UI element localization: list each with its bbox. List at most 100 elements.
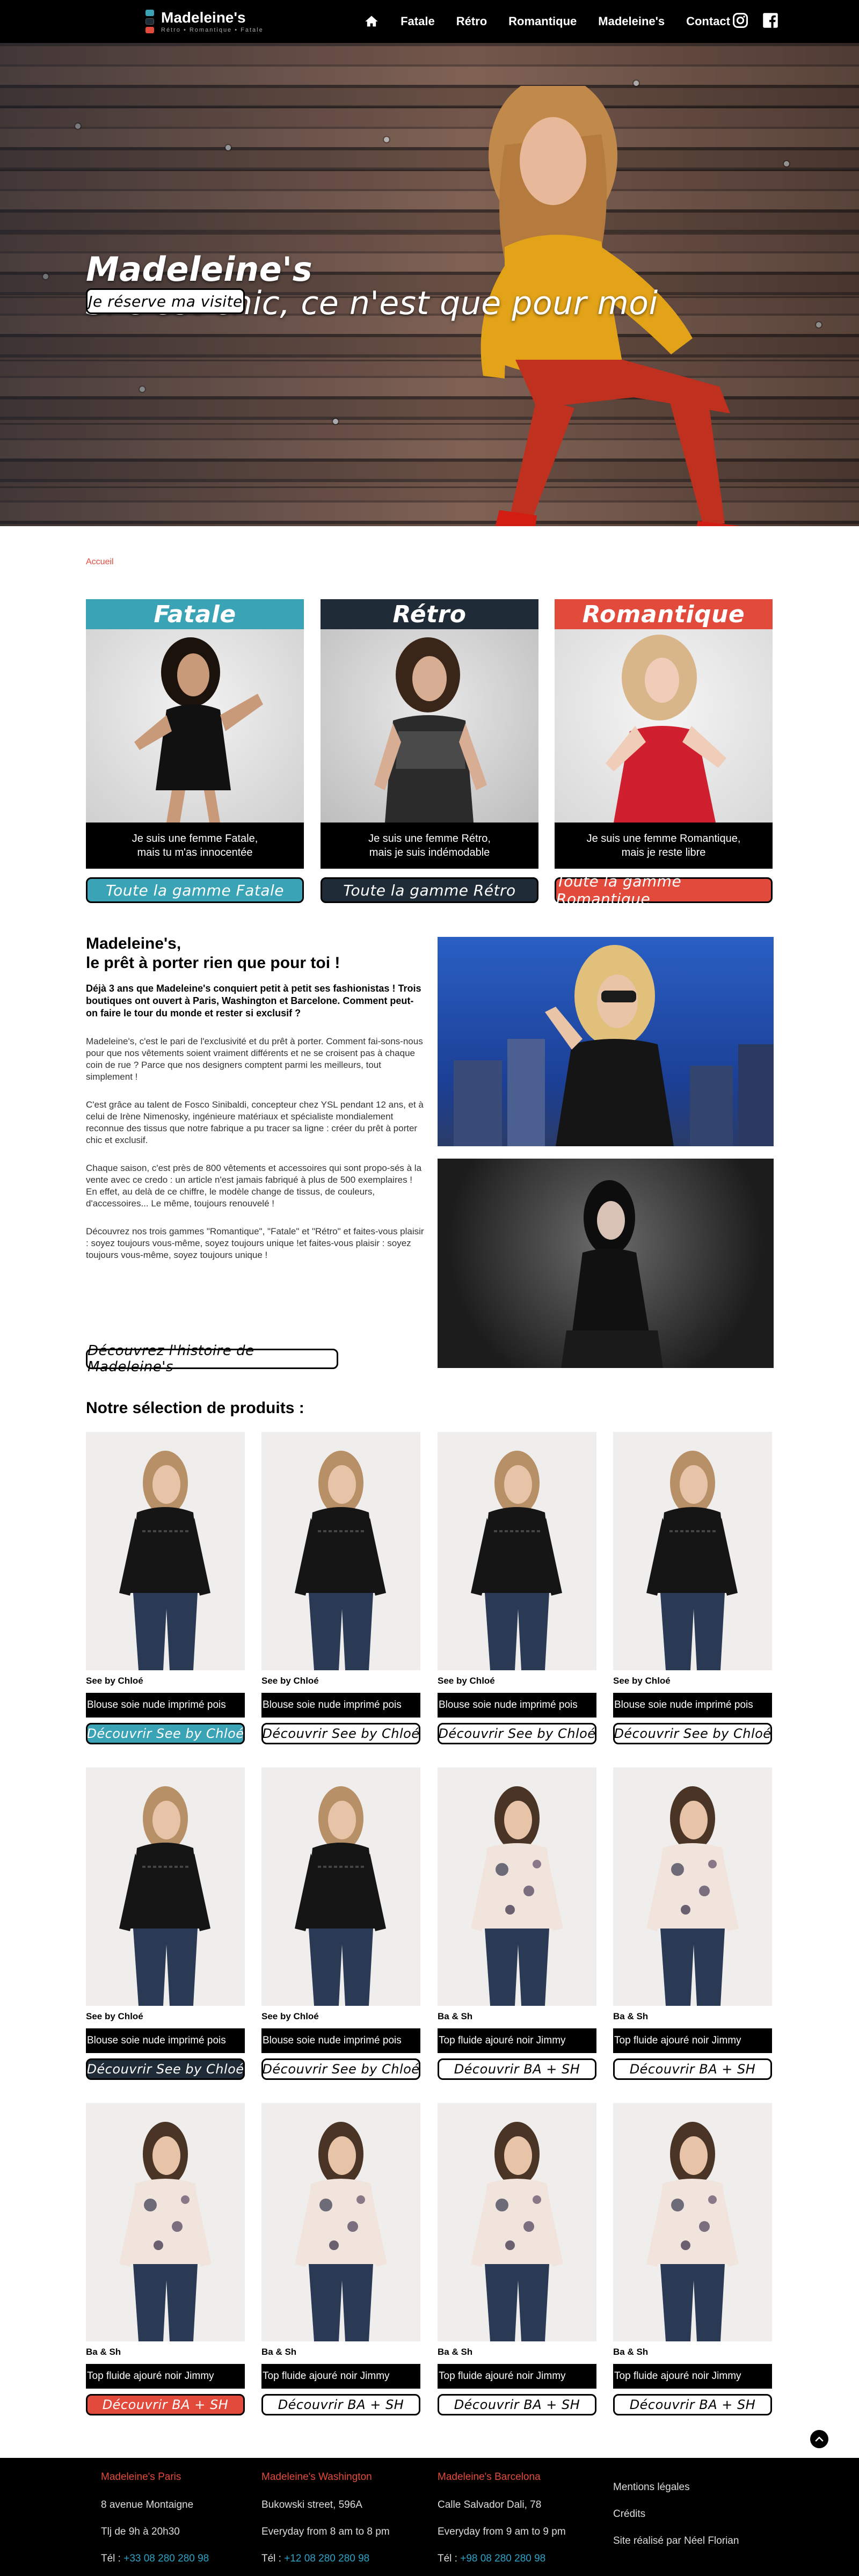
- product-card[interactable]: See by Chloé Blouse soie nude imprimé poi…: [438, 1432, 596, 1744]
- product-image[interactable]: [86, 1432, 245, 1670]
- product-card[interactable]: See by Chloé Blouse soie nude imprimé poi…: [86, 1432, 245, 1744]
- product-description: Blouse soie nude imprimé pois: [86, 2028, 245, 2053]
- credits-link[interactable]: Crédits: [613, 2508, 739, 2520]
- gamme-fatale-button[interactable]: Toute la gamme Fatale: [86, 877, 304, 903]
- product-discover-button[interactable]: Découvrir BA + SH: [613, 2058, 772, 2080]
- about-photo-studio: [438, 1159, 774, 1368]
- product-description: Blouse soie nude imprimé pois: [261, 1693, 420, 1718]
- phone-label: Tél :: [101, 2553, 121, 2564]
- shop-address: Calle Salvador Dali, 78: [438, 2499, 542, 2510]
- gamme-card-romantique[interactable]: Romantique Je suis une femme Romantique,…: [555, 599, 773, 869]
- product-card[interactable]: See by Chloé Blouse soie nude imprimé poi…: [261, 1767, 420, 2080]
- story-button[interactable]: Découvrez l'histoire de Madeleine's: [86, 1343, 338, 1375]
- legal-link[interactable]: Mentions légales: [613, 2482, 739, 2493]
- product-card[interactable]: Ba & Sh Top fluide ajouré noir Jimmy Décou…: [86, 2103, 245, 2415]
- product-description: Blouse soie nude imprimé pois: [261, 2028, 420, 2053]
- product-description: Blouse soie nude imprimé pois: [613, 1693, 772, 1718]
- product-image[interactable]: [86, 2103, 245, 2341]
- product-image[interactable]: [438, 1432, 596, 1670]
- product-description: Top fluide ajouré noir Jimmy: [261, 2364, 420, 2389]
- shop-name: Madeleine's Barcelona: [438, 2471, 541, 2483]
- gamme-title: Fatale: [86, 599, 304, 629]
- product-card[interactable]: See by Chloé Blouse soie nude imprimé poi…: [613, 1432, 772, 1744]
- shop-phone: Tél : +33 08 280 280 98: [101, 2553, 209, 2564]
- product-discover-button[interactable]: Découvrir BA + SH: [261, 2394, 420, 2415]
- product-brand: See by Chloé: [613, 1676, 671, 1686]
- product-discover-button[interactable]: Découvrir See by Chloé: [613, 1723, 772, 1744]
- product-discover-button[interactable]: Découvrir See by Chloé: [86, 2058, 245, 2080]
- product-discover-button[interactable]: Découvrir BA + SH: [86, 2394, 245, 2415]
- nav-item-retro[interactable]: Rétro: [446, 0, 498, 43]
- product-image[interactable]: [613, 1432, 772, 1670]
- shop-phone: Tél : +12 08 280 280 98: [261, 2553, 390, 2564]
- nav-item-madeleines[interactable]: Madeleine's: [587, 0, 675, 43]
- phone-link[interactable]: +12 08 280 280 98: [284, 2553, 369, 2564]
- breadcrumb[interactable]: Accueil: [86, 557, 114, 567]
- product-brand: See by Chloé: [261, 2011, 319, 2021]
- product-brand: Ba & Sh: [86, 2347, 121, 2357]
- about-lead: Déjà 3 ans que Madeleine's conquiert pet…: [86, 983, 421, 1018]
- product-card[interactable]: Ba & Sh Top fluide ajouré noir Jimmy Décou…: [613, 2103, 772, 2415]
- product-image[interactable]: [261, 1432, 420, 1670]
- phone-link[interactable]: +33 08 280 280 98: [123, 2553, 209, 2564]
- product-image[interactable]: [261, 1767, 420, 2006]
- product-description: Blouse soie nude imprimé pois: [86, 1693, 245, 1718]
- phone-link[interactable]: +98 08 280 280 98: [460, 2553, 545, 2564]
- about-photo-city: [438, 937, 774, 1146]
- phone-label: Tél :: [438, 2553, 457, 2564]
- footer: Madeleine's Paris 8 avenue Montaigne Tlj…: [0, 2458, 859, 2576]
- hero-banner: Madeleine's Si c'est chic, ce n'est que …: [0, 43, 859, 526]
- gamme-image: [555, 629, 773, 823]
- facebook-icon[interactable]: [762, 12, 778, 31]
- scroll-to-top-button[interactable]: [810, 2430, 828, 2448]
- product-discover-button[interactable]: Découvrir See by Chloé: [261, 1723, 420, 1744]
- product-card[interactable]: Ba & Sh Top fluide ajouré noir Jimmy Décou…: [438, 2103, 596, 2415]
- gamme-card-fatale[interactable]: Fatale Je suis une femme Fatale, mais tu …: [86, 599, 304, 869]
- gamme-text-line1: Je suis une femme Rétro,: [368, 833, 491, 845]
- product-image[interactable]: [613, 2103, 772, 2341]
- instagram-icon[interactable]: [732, 12, 748, 31]
- author-link[interactable]: Site réalisé par Néel Florian: [613, 2535, 739, 2547]
- product-brand: Ba & Sh: [438, 2347, 473, 2357]
- about-paragraph: Madeleine's, c'est le pari de l'exclusiv…: [86, 1036, 423, 1082]
- footer-shop-paris: Madeleine's Paris 8 avenue Montaigne Tlj…: [101, 2472, 209, 2576]
- product-discover-button[interactable]: Découvrir BA + SH: [613, 2394, 772, 2415]
- product-card[interactable]: Ba & Sh Top fluide ajouré noir Jimmy Décou…: [438, 1767, 596, 2080]
- shop-hours: Everyday from 8 am to 8 pm: [261, 2526, 390, 2537]
- gamme-title: Romantique: [555, 599, 773, 629]
- gamme-romantique-button[interactable]: Toute la gamme Romantique: [555, 872, 773, 908]
- footer-shop-barcelona: Madeleine's Barcelona Calle Salvador Dal…: [438, 2472, 566, 2576]
- gamme-text-line2: mais je suis indémodable: [369, 847, 490, 858]
- product-discover-button[interactable]: Découvrir See by Chloé: [86, 1723, 245, 1744]
- product-card[interactable]: See by Chloé Blouse soie nude imprimé poi…: [261, 1432, 420, 1744]
- about-title: Madeleine's, le prêt à porter rien que po…: [86, 934, 424, 973]
- gamme-retro-button[interactable]: Toute la gamme Rétro: [321, 877, 538, 903]
- nav-item-romantique[interactable]: Romantique: [498, 0, 587, 43]
- logo[interactable]: Madeleine's Rétro • Romantique • Fatale: [144, 6, 264, 37]
- gamme-text-line1: Je suis une femme Romantique,: [586, 833, 741, 845]
- about-title-line1: Madeleine's,: [86, 935, 181, 952]
- gamme-image: [86, 629, 304, 823]
- product-image[interactable]: [86, 1767, 245, 2006]
- product-card[interactable]: See by Chloé Blouse soie nude imprimé poi…: [86, 1767, 245, 2080]
- home-icon[interactable]: [353, 0, 390, 43]
- shop-phone: Tél : +98 08 280 280 98: [438, 2553, 566, 2564]
- product-discover-button[interactable]: Découvrir See by Chloé: [261, 2058, 420, 2080]
- product-image[interactable]: [438, 2103, 596, 2341]
- gamme-card-retro[interactable]: Rétro Je suis une femme Rétro, mais je su…: [321, 599, 538, 869]
- product-image[interactable]: [438, 1767, 596, 2006]
- nav-item-contact[interactable]: Contact: [675, 0, 741, 43]
- gamme-text-line1: Je suis une femme Fatale,: [132, 833, 258, 845]
- shop-address: Bukowski street, 596A: [261, 2499, 362, 2510]
- product-discover-button[interactable]: Découvrir BA + SH: [438, 2058, 596, 2080]
- product-card[interactable]: Ba & Sh Top fluide ajouré noir Jimmy Décou…: [613, 1767, 772, 2080]
- product-description: Blouse soie nude imprimé pois: [438, 1693, 596, 1718]
- product-discover-button[interactable]: Découvrir BA + SH: [438, 2394, 596, 2415]
- product-discover-button[interactable]: Découvrir See by Chloé: [438, 1723, 596, 1744]
- product-image[interactable]: [261, 2103, 420, 2341]
- about-paragraph: Chaque saison, c'est près de 800 vêtemen…: [86, 1163, 422, 1209]
- nav-item-fatale[interactable]: Fatale: [390, 0, 446, 43]
- product-image[interactable]: [613, 1767, 772, 2006]
- book-visit-button[interactable]: Je réserve ma visite: [86, 288, 245, 314]
- product-card[interactable]: Ba & Sh Top fluide ajouré noir Jimmy Décou…: [261, 2103, 420, 2415]
